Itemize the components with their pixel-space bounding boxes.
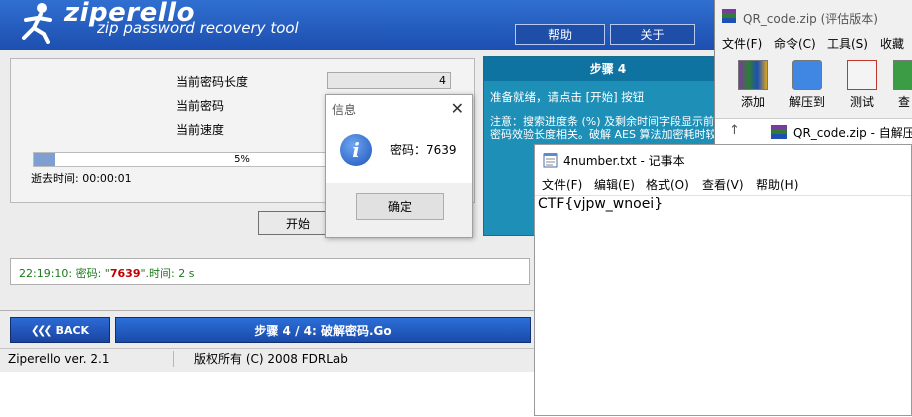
current-speed-label: 当前速度 [176,123,225,137]
log-prefix: 22:19:10: 密码: " [19,267,110,280]
result-log: 22:19:10: 密码: "7639".时间: 2 s [10,258,530,285]
password-length-label: 当前密码长度 [176,75,249,89]
winrar-window: QR_code.zip (评估版本) 文件(F) 命令(C) 工具(S) 收藏 … [714,0,912,150]
notepad-titlebar: 4number.txt - 记事本 [535,145,911,174]
folder-icon [792,60,822,90]
back-button[interactable]: ❮❮❮ BACK [10,317,110,343]
checklist-icon [847,60,877,90]
close-icon[interactable]: ✕ [451,99,464,118]
dialog-message: 密码：7639 [390,143,457,157]
winrar-app-icon [722,9,736,23]
view-icon [893,60,912,90]
dialog-body: i 密码：7639 [326,123,472,183]
current-password-label: 当前密码 [176,99,225,113]
toolbar-test-label: 测试 [849,95,874,109]
zip-archive-icon [771,125,787,139]
notepad-title: 4number.txt - 记事本 [563,154,685,168]
notepad-menubar: 文件(F) 编辑(E) 格式(O) 查看(V) 帮助(H) [535,174,911,194]
notepad-text[interactable]: CTF{vjpw_wnoei} [538,196,663,212]
ok-button[interactable]: 确定 [356,193,444,220]
menu-tools[interactable]: 工具(S) [827,35,868,52]
toolbar-test[interactable]: 测试 [842,60,882,110]
archive-path: QR_code.zip - 自解压 [793,126,912,140]
log-suffix: ".时间: 2 s [140,267,195,280]
logo-subtitle: zip password recovery tool [97,19,299,37]
dialog-titlebar: 信息 ✕ [326,95,472,123]
toolbar-extract-label: 解压到 [788,95,825,109]
menu-file[interactable]: 文件(F) [722,35,762,52]
up-arrow-icon[interactable]: ↑ [729,123,740,138]
running-figure-logo-icon [22,3,52,44]
app-header: ziperello zip password recovery tool 帮助 … [0,0,745,50]
step-title: 步骤 4 [484,57,732,81]
log-line: 22:19:10: 密码: "7639".时间: 2 s [19,265,195,281]
notepad-app-icon [543,153,558,168]
double-chevron-left-icon: ❮❮❮ [30,323,53,337]
notepad-window: 4number.txt - 记事本 文件(F) 编辑(E) 格式(O) 查看(V… [534,144,912,416]
step-note: 注意：搜索进度条 (%) 及剩余时间字段显示前的密码效验长度相关。破解 AES … [490,115,728,141]
toolbar-add-label: 添加 [740,95,765,109]
toolbar-view-label: 查 [897,95,910,109]
menu-edit[interactable]: 编辑(E) [594,176,635,193]
archive-books-icon [738,60,768,90]
log-password: 7639 [109,267,141,280]
winrar-pathbar: ↑ QR_code.zip - 自解压 [715,118,912,144]
menu-help[interactable]: 帮助(H) [756,176,798,193]
copyright-text: 版权所有 (C) 2008 FDRLab [194,352,348,366]
menu-favorites[interactable]: 收藏 [880,35,904,52]
menu-view[interactable]: 查看(V) [702,176,744,193]
step-go-bar[interactable]: 步骤 4 / 4: 破解密码.Go [115,317,531,343]
menu-commands[interactable]: 命令(C) [774,35,816,52]
version-text: Ziperello ver. 2.1 [4,351,174,367]
toolbar-extract[interactable]: 解压到 [787,60,827,110]
toolbar-view[interactable]: 查 [893,60,912,110]
notepad-editor[interactable]: CTF{vjpw_wnoei} [535,195,911,417]
step-instruction: 准备就绪，请点击 [开始] 按钮 [490,90,645,104]
winrar-title: QR_code.zip (评估版本) [743,12,878,26]
information-icon: i [340,134,372,166]
about-button[interactable]: 关于 [610,24,695,45]
dialog-title: 信息 [332,103,357,117]
menu-format[interactable]: 格式(O) [646,176,689,193]
menu-file[interactable]: 文件(F) [542,176,582,193]
winrar-menubar: 文件(F) 命令(C) 工具(S) 收藏 [715,34,912,52]
password-length-field: 4 [327,72,451,89]
info-dialog: 信息 ✕ i 密码：7639 确定 [325,94,473,238]
back-label: BACK [55,323,90,337]
toolbar-add[interactable]: 添加 [733,60,773,110]
elapsed-time: 逝去时间: 00:00:01 [31,172,132,185]
help-button[interactable]: 帮助 [515,24,605,45]
